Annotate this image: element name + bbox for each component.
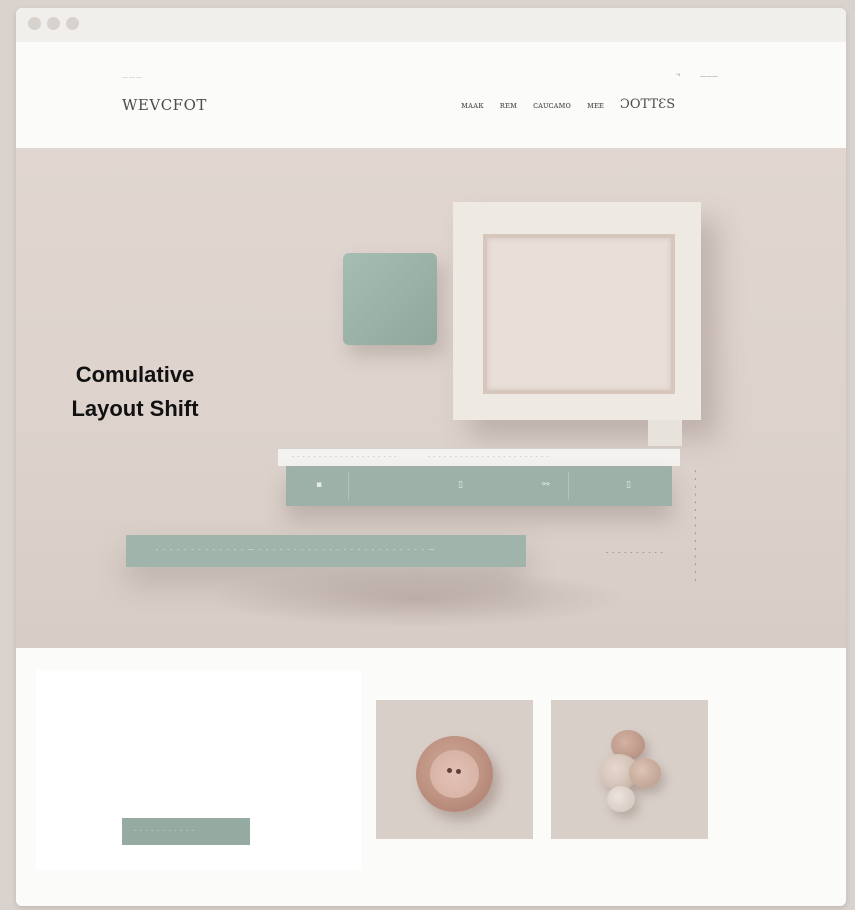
nav-item-contacts[interactable]: ƆOTTƐS <box>620 97 675 112</box>
window-titlebar <box>16 8 846 42</box>
toolbar-strip: - - - - - - - - - - - - - - - - - - - - … <box>278 448 680 466</box>
hero-shadow <box>206 568 626 628</box>
window-control-maximize[interactable] <box>66 17 79 30</box>
rectangle-icon[interactable]: ▯ <box>626 480 631 490</box>
side-label: - - - - - - - - - - <box>606 549 664 556</box>
product-card-bowl[interactable] <box>376 700 533 839</box>
hero-cta-bar[interactable]: - - - - - - - - - - - - - — - - - - - - … <box>126 535 526 567</box>
bowl-image <box>416 736 493 812</box>
stone-image <box>607 786 635 812</box>
frame-inner <box>483 234 675 394</box>
bowl-hole <box>447 768 452 773</box>
overlay-title: Comulative Layout Shift <box>0 358 270 426</box>
green-toolbar-bar: ▪ ▯ ⚯ ▯ <box>286 466 672 506</box>
util-link-2[interactable]: ——— <box>700 73 718 80</box>
window-control-close[interactable] <box>28 17 41 30</box>
hero-cta-text: - - - - - - - - - - - - - — - - - - - - … <box>156 546 437 553</box>
bar-divider <box>568 472 569 500</box>
green-tile-image <box>343 253 437 345</box>
vertical-caption: - - - - - - - - - - - - - - - <box>691 470 699 583</box>
overlay-title-line2: Layout Shift <box>71 396 199 421</box>
bowl-hole <box>456 769 461 774</box>
strip-text-right: - - - - - - - - - - - - - - - - - - - - … <box>428 454 550 460</box>
logo-tagline: ……… <box>122 73 143 80</box>
frame-box-image <box>453 202 701 420</box>
stone-image <box>629 758 661 788</box>
bar-divider <box>348 472 349 500</box>
link-icon[interactable]: ⚯ <box>542 480 550 490</box>
product-card-stones[interactable] <box>551 700 708 839</box>
window-control-minimize[interactable] <box>47 17 60 30</box>
nav-item-3[interactable]: ᴄᴀᴜᴄᴀᴍᴏ <box>533 101 571 111</box>
content-section: - - - - - - - - - - - <box>16 648 846 906</box>
content-button-label: - - - - - - - - - - - <box>134 828 195 834</box>
nav-item-2[interactable]: ʀᴇᴍ <box>500 101 517 111</box>
bowl-inner <box>430 750 479 798</box>
square-icon[interactable]: ▪ <box>316 480 322 490</box>
browser-window: ……… WEVCFOT ʼ⁹ ——— ᴍᴀᴀᴋ ʀᴇᴍ ᴄᴀᴜᴄᴀᴍᴏ ᴍᴇᴇ … <box>16 8 846 906</box>
rectangle-icon[interactable]: ▯ <box>458 480 463 490</box>
site-logo[interactable]: WEVCFOT <box>122 96 207 114</box>
main-nav: ᴍᴀᴀᴋ ʀᴇᴍ ᴄᴀᴜᴄᴀᴍᴏ ᴍᴇᴇ ƆOTTƐS <box>461 97 675 112</box>
nav-item-4[interactable]: ᴍᴇᴇ <box>587 101 604 111</box>
overlay-title-line1: Comulative <box>75 362 195 387</box>
strip-text-left: - - - - - - - - - - - - - - - - - - - - <box>292 454 398 460</box>
nav-item-1[interactable]: ᴍᴀᴀᴋ <box>461 101 484 111</box>
content-button[interactable]: - - - - - - - - - - - <box>122 818 250 845</box>
frame-ledge <box>648 420 682 446</box>
util-link-1[interactable]: ʼ⁹ <box>676 73 680 80</box>
site-header: ……… WEVCFOT ʼ⁹ ——— ᴍᴀᴀᴋ ʀᴇᴍ ᴄᴀᴜᴄᴀᴍᴏ ᴍᴇᴇ … <box>16 42 846 148</box>
